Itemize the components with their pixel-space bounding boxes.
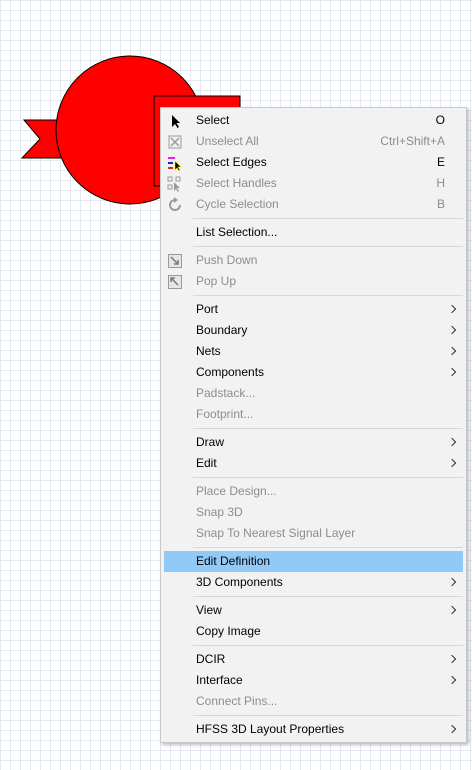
pop-up-icon — [167, 274, 183, 290]
submenu-arrow-icon — [447, 458, 457, 468]
menu-item-shortcut: O — [435, 113, 445, 127]
menu-item-footprint[interactable]: Footprint... — [164, 404, 463, 425]
menu-item-label: Edit — [196, 456, 217, 470]
menu-item-label: Snap To Nearest Signal Layer — [196, 526, 356, 540]
cursor-arrow-icon — [167, 113, 183, 129]
submenu-arrow-icon — [447, 304, 457, 314]
menu-separator — [193, 218, 463, 219]
menu-item-label: Snap 3D — [196, 505, 243, 519]
menu-item-select-edges[interactable]: Select Edges E — [164, 152, 463, 173]
menu-item-connect-pins[interactable]: Connect Pins... — [164, 691, 463, 712]
menu-item-label: Footprint... — [196, 407, 254, 421]
menu-item-label: Cycle Selection — [196, 197, 279, 211]
menu-item-interface[interactable]: Interface — [164, 670, 463, 691]
menu-item-shortcut: Ctrl+Shift+A — [380, 134, 445, 148]
select-edges-icon — [167, 155, 183, 172]
select-handles-icon — [167, 176, 183, 192]
menu-item-boundary[interactable]: Boundary — [164, 320, 463, 341]
menu-separator — [193, 246, 463, 247]
menu-item-label: Edit Definition — [196, 554, 271, 568]
menu-item-label: Select Handles — [196, 176, 277, 190]
menu-item-select[interactable]: Select O — [164, 110, 463, 131]
menu-item-shortcut: H — [436, 176, 445, 190]
menu-item-label: HFSS 3D Layout Properties — [196, 722, 345, 736]
menu-item-label: View — [196, 603, 222, 617]
menu-item-label: Nets — [196, 344, 221, 358]
menu-item-cycle-selection[interactable]: Cycle Selection B — [164, 194, 463, 215]
menu-separator — [193, 645, 463, 646]
menu-item-label: Boundary — [196, 323, 248, 337]
menu-item-label: Components — [196, 365, 265, 379]
submenu-arrow-icon — [447, 437, 457, 447]
menu-item-snap-nearest-signal-layer[interactable]: Snap To Nearest Signal Layer — [164, 523, 463, 544]
menu-item-snap-3d[interactable]: Snap 3D — [164, 502, 463, 523]
menu-item-select-handles[interactable]: Select Handles H — [164, 173, 463, 194]
menu-item-label: Unselect All — [196, 134, 259, 148]
cycle-icon — [167, 197, 183, 213]
menu-item-copy-image[interactable]: Copy Image — [164, 621, 463, 642]
menu-item-view[interactable]: View — [164, 600, 463, 621]
menu-item-edit[interactable]: Edit — [164, 453, 463, 474]
menu-item-place-design[interactable]: Place Design... — [164, 481, 463, 502]
menu-item-label: Interface — [196, 673, 243, 687]
submenu-arrow-icon — [447, 577, 457, 587]
menu-item-label: Select Edges — [196, 155, 267, 169]
menu-separator — [193, 547, 463, 548]
menu-item-components[interactable]: Components — [164, 362, 463, 383]
push-down-icon — [167, 253, 183, 269]
menu-item-label: Padstack... — [196, 386, 256, 400]
menu-item-shortcut: E — [436, 155, 445, 169]
submenu-arrow-icon — [447, 346, 457, 356]
menu-item-list-selection[interactable]: List Selection... — [164, 222, 463, 243]
menu-item-label: List Selection... — [196, 225, 278, 239]
submenu-arrow-icon — [447, 675, 457, 685]
menu-separator — [193, 477, 463, 478]
menu-item-label: Pop Up — [196, 274, 237, 288]
menu-item-label: DCIR — [196, 652, 226, 666]
menu-item-label: Draw — [196, 435, 225, 449]
menu-item-label: Select — [196, 113, 230, 127]
menu-item-3d-components[interactable]: 3D Components — [164, 572, 463, 593]
menu-item-push-down[interactable]: Push Down — [164, 250, 463, 271]
menu-separator — [193, 715, 463, 716]
submenu-arrow-icon — [447, 724, 457, 734]
menu-item-label: Connect Pins... — [196, 694, 278, 708]
menu-item-port[interactable]: Port — [164, 299, 463, 320]
menu-separator — [193, 295, 463, 296]
menu-item-label: Push Down — [196, 253, 258, 267]
submenu-arrow-icon — [447, 367, 457, 377]
unselect-all-icon — [167, 134, 183, 150]
submenu-arrow-icon — [447, 605, 457, 615]
context-menu: Select O Unselect All Ctrl+Shift+A Selec… — [160, 107, 467, 743]
submenu-arrow-icon — [447, 325, 457, 335]
menu-item-label: 3D Components — [196, 575, 283, 589]
menu-item-hfss-3d-layout-properties[interactable]: HFSS 3D Layout Properties — [164, 719, 463, 740]
menu-item-label: Copy Image — [196, 624, 261, 638]
menu-separator — [193, 428, 463, 429]
menu-item-unselect-all[interactable]: Unselect All Ctrl+Shift+A — [164, 131, 463, 152]
menu-item-padstack[interactable]: Padstack... — [164, 383, 463, 404]
submenu-arrow-icon — [447, 654, 457, 664]
menu-item-pop-up[interactable]: Pop Up — [164, 271, 463, 292]
menu-item-shortcut: B — [436, 197, 445, 211]
menu-item-label: Port — [196, 302, 219, 316]
menu-item-label: Place Design... — [196, 484, 277, 498]
menu-item-dcir[interactable]: DCIR — [164, 649, 463, 670]
menu-item-edit-definition[interactable]: Edit Definition — [164, 551, 463, 572]
menu-separator — [193, 596, 463, 597]
menu-item-nets[interactable]: Nets — [164, 341, 463, 362]
menu-item-draw[interactable]: Draw — [164, 432, 463, 453]
